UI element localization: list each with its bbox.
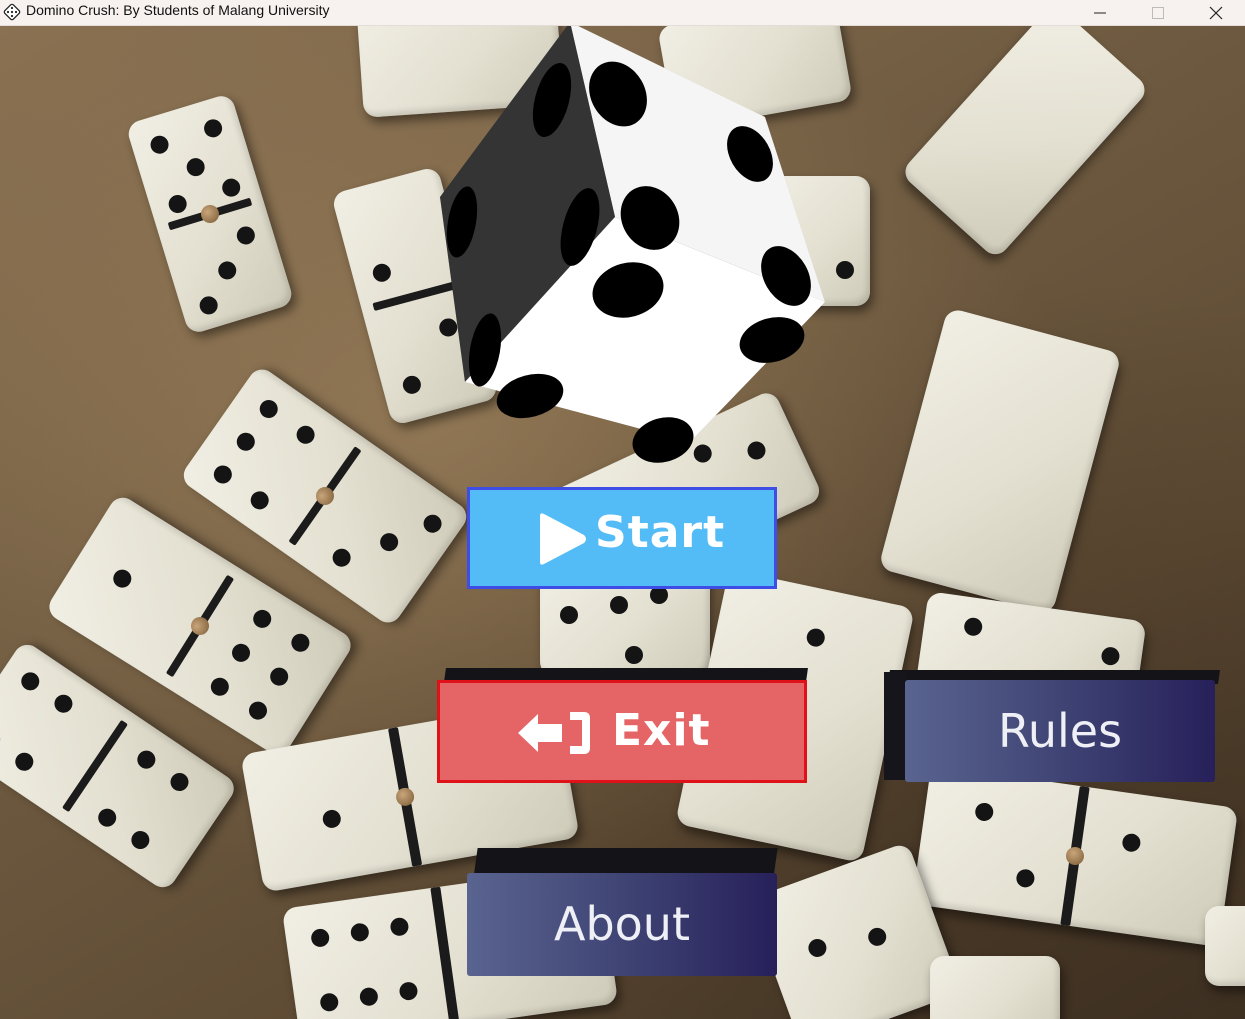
about-button-top-face	[474, 848, 778, 874]
game-menu-screen: Start Exit Rules About	[0, 26, 1245, 1019]
dice-icon	[440, 26, 825, 463]
exit-button[interactable]: Exit	[437, 680, 807, 783]
domino-tile	[930, 956, 1060, 1019]
window-titlebar: Domino Crush: By Students of Malang Univ…	[0, 0, 1245, 26]
minimize-button[interactable]	[1071, 0, 1129, 26]
start-button[interactable]: Start	[467, 487, 777, 589]
about-label: About	[553, 897, 690, 951]
rules-button-side-face	[884, 672, 906, 780]
window-title: Domino Crush: By Students of Malang Univ…	[26, 2, 330, 18]
maximize-button[interactable]	[1129, 0, 1187, 26]
minimize-icon	[1094, 12, 1106, 14]
rules-button[interactable]: Rules	[905, 680, 1215, 782]
about-button[interactable]: About	[467, 873, 777, 976]
domino-tile	[1205, 906, 1245, 986]
domino-dice-icon	[3, 3, 21, 25]
maximize-icon	[1152, 7, 1164, 19]
play-icon	[540, 513, 586, 565]
close-button[interactable]	[1187, 0, 1245, 26]
close-icon	[1209, 6, 1223, 20]
rules-label: Rules	[997, 704, 1123, 758]
exit-label: Exit	[612, 705, 711, 756]
start-label: Start	[595, 507, 726, 558]
exit-door-icon	[518, 712, 590, 754]
